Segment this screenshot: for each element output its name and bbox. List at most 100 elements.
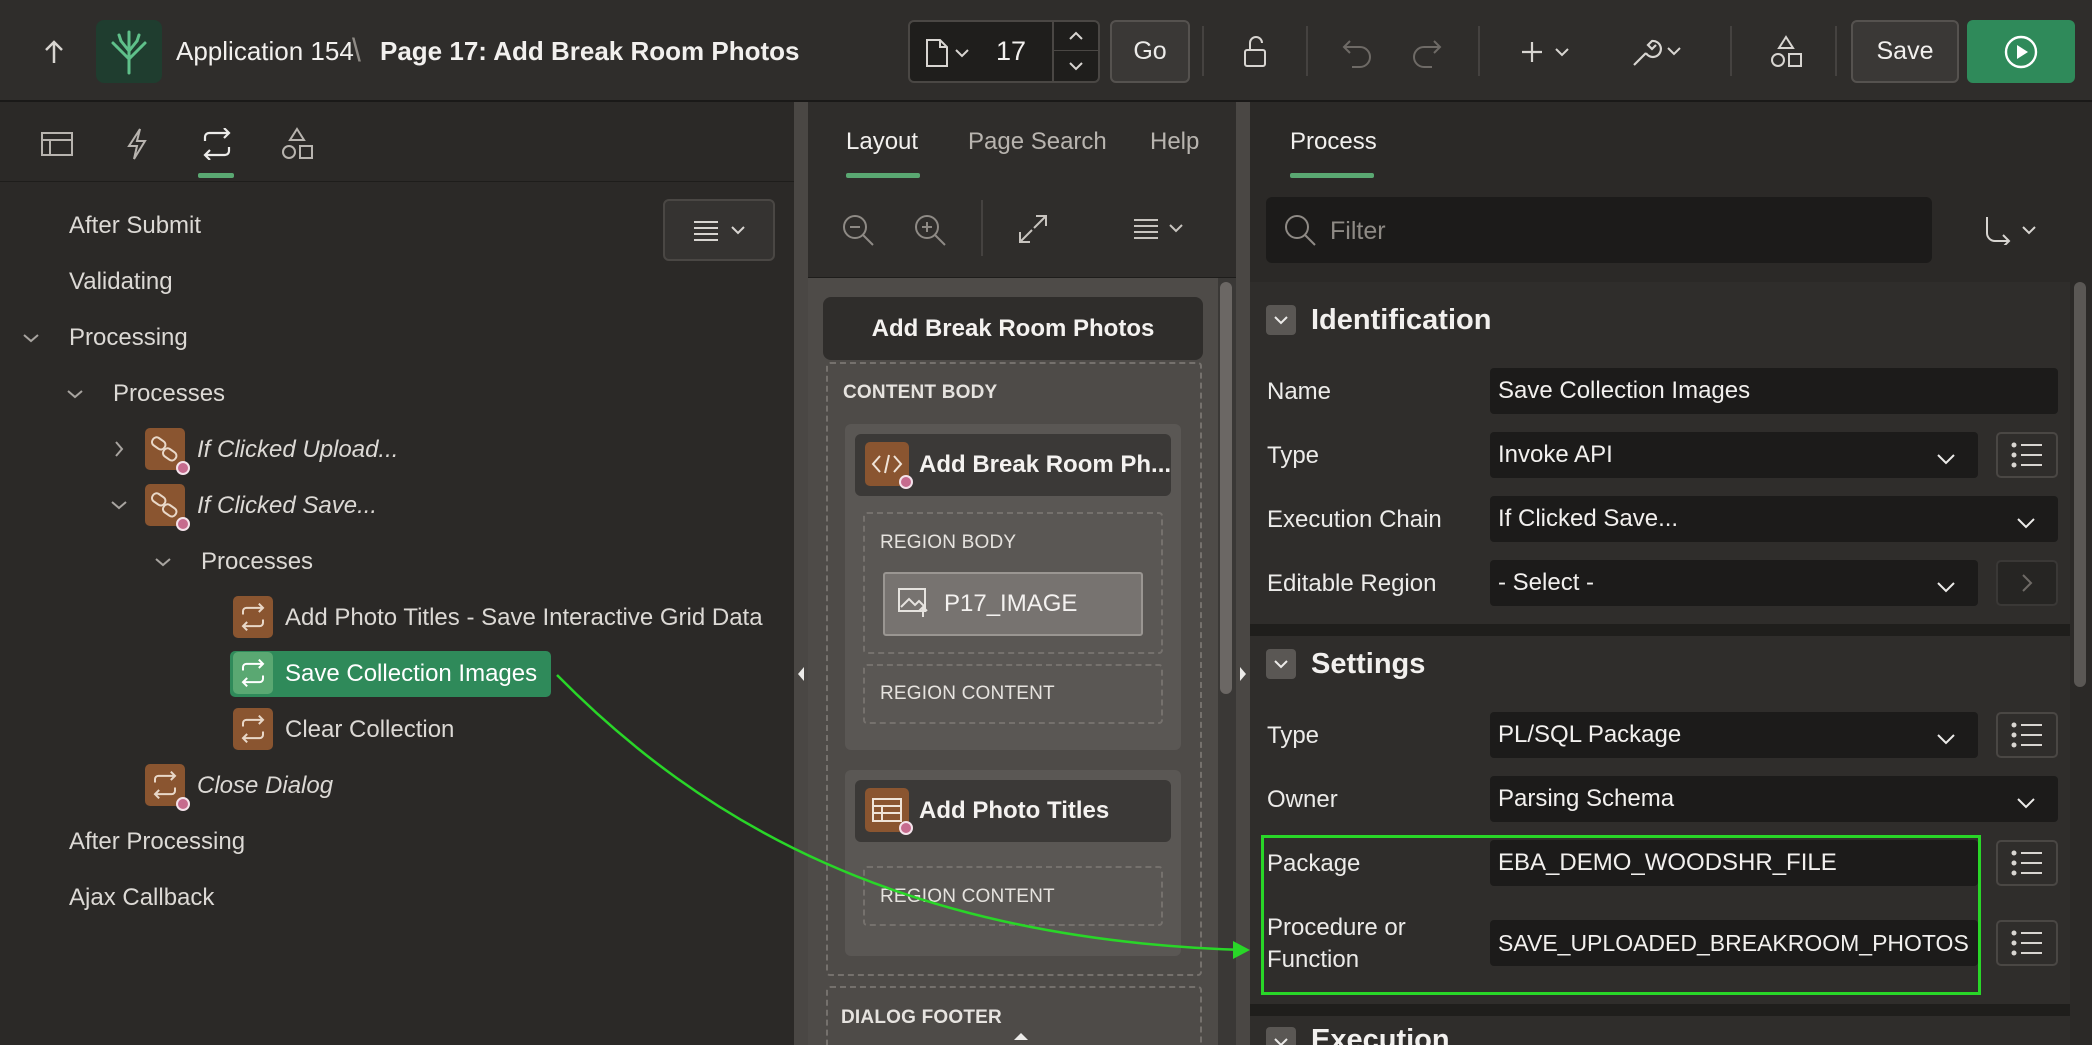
list-icon <box>2011 442 2042 468</box>
list-of-values-button[interactable] <box>1996 920 2058 966</box>
chevron-down-icon <box>1936 724 1956 752</box>
editable-region-select[interactable]: - Select - <box>1490 560 1978 606</box>
tree-node-clear-collection[interactable]: Clear Collection <box>285 716 454 744</box>
region-title-add-photo-titles: Add Photo Titles <box>919 797 1110 824</box>
create-menu-icon[interactable] <box>1516 28 1580 76</box>
zoom-out-icon[interactable] <box>840 212 876 253</box>
chevron-down-icon[interactable] <box>108 494 130 516</box>
chevron-up-icon[interactable] <box>1054 22 1098 51</box>
chevron-down-icon <box>2016 788 2036 816</box>
tree-node-add-photo-titles[interactable]: Add Photo Titles - Save Interactive Grid… <box>285 604 763 632</box>
editable-region-label: Editable Region <box>1267 570 1437 597</box>
go-to-region-button[interactable] <box>1996 560 2058 606</box>
dynamic-actions-tab-icon[interactable] <box>113 120 161 168</box>
region-title-add-break-room: Add Break Room Ph... <box>919 451 1172 478</box>
go-to-group-button[interactable] <box>1975 207 2045 253</box>
run-page-button[interactable] <box>1967 20 2075 83</box>
owner-select[interactable]: Parsing Schema <box>1490 776 2058 822</box>
page-selector[interactable]: 17 <box>908 20 1100 83</box>
tab-help[interactable]: Help <box>1150 128 1199 156</box>
collapse-group-icon[interactable] <box>1266 1027 1296 1045</box>
menu-lines-icon <box>694 221 718 241</box>
tab-process[interactable]: Process <box>1290 128 1377 156</box>
page-document-icon[interactable] <box>924 38 974 73</box>
tree-node-after-submit[interactable]: After Submit <box>69 212 201 240</box>
dialog-footer-label: DIALOG FOOTER <box>841 1007 1002 1028</box>
group-title-execution[interactable]: Execution <box>1311 1024 1450 1045</box>
chevron-down-icon <box>731 226 745 235</box>
active-tab-indicator <box>198 173 234 178</box>
tree-node-validating[interactable]: Validating <box>69 268 173 296</box>
image-upload-icon <box>897 585 931 624</box>
tree-node-close-dialog[interactable]: Close Dialog <box>197 772 333 800</box>
shared-components-tab-icon[interactable] <box>273 120 321 168</box>
settings-type-label: Type <box>1267 722 1320 749</box>
redo-icon[interactable] <box>1402 28 1450 76</box>
unlock-icon[interactable] <box>1232 28 1280 76</box>
shared-components-icon[interactable] <box>1762 28 1810 76</box>
layout-menu-icon[interactable] <box>1132 216 1192 247</box>
tab-page-search[interactable]: Page Search <box>968 128 1107 156</box>
tree-node-after-processing[interactable]: After Processing <box>69 828 245 856</box>
go-button[interactable]: Go <box>1110 20 1190 83</box>
pane-splitter-left[interactable] <box>794 102 808 1045</box>
zoom-in-icon[interactable] <box>912 212 948 253</box>
tree-node-if-clicked-upload[interactable]: If Clicked Upload... <box>197 436 398 464</box>
search-icon <box>1282 212 1318 253</box>
chevron-down-icon[interactable] <box>64 383 86 405</box>
expand-icon[interactable] <box>1016 212 1050 251</box>
tree-node-save-collection-images[interactable]: Save Collection Images <box>285 660 537 688</box>
execution-chain-select[interactable]: If Clicked Save... <box>1490 496 2058 542</box>
chevron-down-icon <box>1936 444 1956 472</box>
list-of-values-button[interactable] <box>1996 712 2058 758</box>
tree-node-sub-processes[interactable]: Processes <box>201 548 313 576</box>
tree-menu-button[interactable] <box>663 199 775 261</box>
layout-scrollbar[interactable] <box>1220 282 1232 694</box>
tab-layout[interactable]: Layout <box>846 128 918 156</box>
property-scrollbar[interactable] <box>2074 282 2086 687</box>
page-title: Page 17: Add Break Room Photos <box>380 36 800 66</box>
tree-node-processing[interactable]: Processing <box>69 324 188 352</box>
toolbar-divider <box>1306 26 1308 76</box>
process-icon <box>233 652 273 694</box>
pane-splitter-right[interactable] <box>1236 102 1250 1045</box>
dialog-title: Add Break Room Photos <box>871 314 1155 342</box>
toolbar-divider <box>1202 26 1204 76</box>
process-icon <box>233 596 273 638</box>
undo-icon[interactable] <box>1334 28 1382 76</box>
list-of-values-button[interactable] <box>1996 840 2058 886</box>
processing-tab-icon[interactable] <box>193 120 241 168</box>
server-side-condition-icon <box>899 821 913 835</box>
chevron-right-icon[interactable] <box>108 438 130 460</box>
collapse-up-icon[interactable] <box>1012 1029 1030 1045</box>
name-field[interactable]: Save Collection Images <box>1490 368 2058 414</box>
chevron-down-icon[interactable] <box>20 327 42 349</box>
app-name[interactable]: Application 154 <box>176 36 354 67</box>
rendering-tab-icon[interactable] <box>33 120 81 168</box>
execution-chain-value: If Clicked Save... <box>1498 505 1679 532</box>
group-title-identification[interactable]: Identification <box>1311 304 1491 337</box>
list-icon <box>2011 850 2042 876</box>
wrench-menu-icon[interactable] <box>1626 28 1692 76</box>
chevron-down-icon <box>1936 572 1956 600</box>
app-logo-icon[interactable] <box>96 20 162 83</box>
collapse-group-icon[interactable] <box>1266 649 1296 679</box>
save-button[interactable]: Save <box>1851 20 1959 83</box>
tree-node-ajax-callback[interactable]: Ajax Callback <box>69 884 214 912</box>
type-select[interactable]: Invoke API <box>1490 432 1978 478</box>
editable-region-value: - Select - <box>1498 569 1595 596</box>
chevron-down-icon[interactable] <box>152 551 174 573</box>
toolbar-divider <box>1730 26 1732 76</box>
page-number-field[interactable]: 17 <box>996 36 1026 67</box>
settings-type-select[interactable]: PL/SQL Package <box>1490 712 1978 758</box>
type-select-value: Invoke API <box>1498 441 1613 468</box>
tree-node-processes[interactable]: Processes <box>113 380 225 408</box>
page-stepper[interactable] <box>1052 22 1098 81</box>
up-arrow-icon[interactable] <box>36 32 72 72</box>
chevron-down-icon[interactable] <box>1054 51 1098 80</box>
tree-node-if-clicked-save[interactable]: If Clicked Save... <box>197 492 377 520</box>
collapse-group-icon[interactable] <box>1266 305 1296 335</box>
list-of-values-button[interactable] <box>1996 432 2058 478</box>
dialog-title-bar[interactable]: Add Break Room Photos <box>823 297 1203 360</box>
group-title-settings[interactable]: Settings <box>1311 648 1425 681</box>
